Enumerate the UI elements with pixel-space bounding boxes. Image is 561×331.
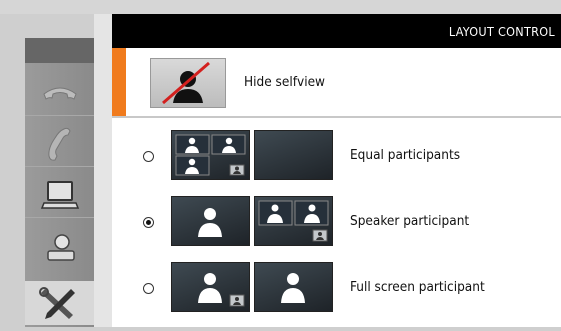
radio-equal-participants[interactable]	[143, 151, 154, 162]
layout-option-equal[interactable]: Equal participants	[112, 130, 561, 184]
option-label: Equal participants	[350, 147, 461, 163]
hide-selfview-label: Hide selfview	[244, 74, 325, 90]
option-label: Speaker participant	[350, 213, 470, 229]
layout-control-panel: LAYOUT CONTROL Hide selfview Equal parti…	[112, 14, 561, 327]
page-title: LAYOUT CONTROL	[448, 24, 555, 39]
dock-divider	[25, 217, 95, 218]
top-strip	[0, 0, 561, 14]
layout-options-list: Equal participants Speaker participant F…	[112, 118, 561, 327]
tools-icon[interactable]	[25, 281, 95, 325]
phone-icon[interactable]	[38, 121, 82, 165]
dock-header	[25, 38, 95, 63]
outer-frame	[0, 14, 25, 327]
panel-shadow-edge	[94, 14, 112, 327]
selfview-off-icon	[150, 58, 226, 108]
radio-speaker-participant[interactable]	[143, 217, 154, 228]
hide-selfview-button[interactable]: Hide selfview	[112, 48, 561, 116]
layout-preview-screen	[254, 196, 333, 246]
layout-option-fullscreen[interactable]: Full screen participant	[112, 262, 561, 316]
handset-icon[interactable]	[38, 70, 82, 114]
layout-option-speaker[interactable]: Speaker participant	[112, 196, 561, 250]
dock-divider	[25, 115, 95, 116]
selection-indicator	[112, 48, 126, 116]
camera-icon[interactable]	[38, 224, 82, 268]
layout-preview-screen	[171, 196, 250, 246]
dock-divider	[25, 166, 95, 167]
layout-preview-screen	[171, 262, 250, 312]
radio-full-screen-participant[interactable]	[143, 283, 154, 294]
panel-header: LAYOUT CONTROL	[112, 14, 561, 48]
option-label: Full screen participant	[350, 279, 485, 295]
layout-preview-screen	[254, 130, 333, 180]
layout-preview-screen	[254, 262, 333, 312]
laptop-icon[interactable]	[38, 172, 82, 216]
layout-preview-screen	[171, 130, 250, 180]
